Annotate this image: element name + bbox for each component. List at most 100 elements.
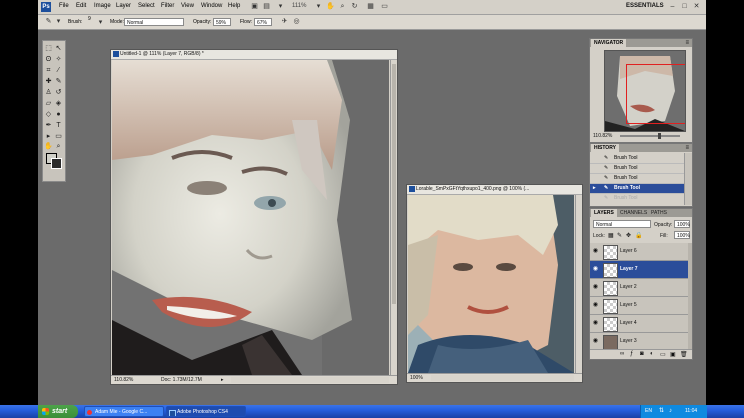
move-tool-icon[interactable]: ↖ [54,44,63,53]
menu-layer[interactable]: Layer [116,3,131,9]
layer-opacity-input[interactable]: 100% [674,220,690,228]
new-group-icon[interactable]: ▭ [660,351,666,358]
history-state[interactable]: ✎ Brush Tool [590,164,684,174]
history-brush-tool-icon[interactable]: ↺ [54,88,63,97]
navigator-thumbnail[interactable] [604,50,686,132]
rotate-view-icon[interactable]: ↻ [350,2,359,11]
doc-size-readout[interactable]: Doc: 1.73M/12.7M [161,376,202,384]
dropdown-arrow-icon[interactable]: ▾ [314,2,323,11]
zoom-level[interactable]: 111% [292,3,306,9]
type-tool-icon[interactable]: T [54,121,63,130]
layer-row[interactable]: ◉ Layer 3 [590,333,688,349]
taskbar-item-photoshop[interactable]: Adobe Photoshop CS4 [166,406,246,417]
mode-select[interactable]: Normal [124,18,184,26]
visibility-eye-icon[interactable]: ◉ [592,284,599,291]
slider-handle[interactable] [658,133,661,139]
status-menu-arrow-icon[interactable]: ▸ [221,376,224,384]
layers-scrollbar[interactable] [688,243,692,349]
lasso-tool-icon[interactable]: ʘ [44,55,53,64]
volume-icon[interactable]: ♪ [669,405,672,418]
network-icon[interactable]: ⇅ [659,405,664,418]
dodge-tool-icon[interactable]: ● [54,110,63,119]
tab-history[interactable]: HISTORY [591,144,619,152]
new-layer-icon[interactable]: ▣ [670,351,676,358]
bridge-icon[interactable]: ▣ [250,2,259,11]
tab-channels[interactable]: CHANNELS [617,209,650,217]
visibility-eye-icon[interactable]: ◉ [592,302,599,309]
eyedropper-tool-icon[interactable]: ⁄ [54,66,63,75]
marquee-tool-icon[interactable]: ⬚ [44,44,53,53]
lock-position-icon[interactable]: ✥ [626,232,631,239]
layer-row[interactable]: ◉ Layer 5 [590,297,688,315]
link-layers-icon[interactable]: ∞ [620,351,624,357]
vertical-scrollbar[interactable] [575,195,582,373]
tab-navigator[interactable]: NAVIGATOR [591,39,627,47]
lock-all-icon[interactable]: 🔒 [635,232,642,239]
navigator-zoom-slider[interactable] [620,133,680,139]
menu-filter[interactable]: Filter [161,3,174,9]
visibility-eye-icon[interactable]: ◉ [592,248,599,255]
clone-stamp-tool-icon[interactable]: ♙ [44,88,53,97]
airbrush-icon[interactable]: ✈ [280,17,289,26]
history-scrollbar[interactable] [684,153,692,205]
document-tab[interactable]: Lorable_SmPxGFtYqthxupo1_400.png @ 100% … [407,185,582,195]
lock-image-icon[interactable]: ✎ [617,232,622,239]
brush-tool-icon[interactable]: ✎ [54,77,63,86]
menu-view[interactable]: View [181,3,194,9]
menu-select[interactable]: Select [138,3,155,9]
tab-paths[interactable]: PATHS [648,209,670,217]
delete-layer-icon[interactable]: 🗑 [680,351,688,358]
horizontal-scrollbar[interactable] [431,375,574,381]
language-indicator[interactable]: EN [645,405,652,418]
zoom-tool-icon[interactable]: ⌕ [54,142,63,151]
history-brush-source-icon[interactable]: ▸ [593,184,596,193]
visibility-eye-icon[interactable]: ◉ [592,320,599,327]
history-state[interactable]: ✎ Brush Tool [590,174,684,184]
history-state[interactable]: ✎ Brush Tool [590,154,684,164]
zoom-readout[interactable]: 100% [410,374,423,382]
adjustment-layer-icon[interactable]: ◐ [650,351,654,357]
layer-row[interactable]: ◉ Layer 2 [590,279,688,297]
dropdown-arrow-icon[interactable]: ▾ [96,18,105,27]
layer-row[interactable]: ◉ Layer 4 [590,315,688,333]
panel-menu-icon[interactable]: ≡ [685,144,689,152]
panel-menu-icon[interactable]: ≡ [685,39,689,47]
menu-help[interactable]: Help [228,3,240,9]
zoom-tool-icon[interactable]: ⌕ [338,2,347,11]
menu-edit[interactable]: Edit [76,3,86,9]
path-selection-tool-icon[interactable]: ▸ [44,132,53,141]
minimize-icon[interactable]: – [668,2,677,11]
opacity-input[interactable]: 59% [213,18,231,26]
close-icon[interactable]: ✕ [692,2,701,11]
paint-bucket-tool-icon[interactable]: ◈ [54,99,63,108]
blur-tool-icon[interactable]: ◇ [44,110,53,119]
zoom-readout[interactable]: 110.82% [114,376,133,384]
navigator-view-box[interactable] [626,64,685,124]
visibility-eye-icon[interactable]: ◉ [592,266,599,273]
taskbar-item-chrome[interactable]: Adam Mie - Google C... [84,406,164,417]
fill-input[interactable]: 100% [674,231,690,239]
visibility-eye-icon[interactable]: ◉ [592,338,599,345]
clock[interactable]: 11:04 [685,405,697,418]
lock-transparent-icon[interactable]: ▦ [608,232,614,239]
shape-tool-icon[interactable]: ▭ [54,132,63,141]
history-state-undone[interactable]: ✎ Brush Tool [590,194,684,203]
start-button[interactable]: start [38,405,78,418]
flow-input[interactable]: 67% [254,18,272,26]
eraser-tool-icon[interactable]: ▱ [44,99,53,108]
navigator-zoom-readout[interactable]: 110.82% [593,133,612,139]
magic-wand-tool-icon[interactable]: ✧ [54,55,63,64]
document-tab[interactable]: Untitled-1 @ 111% (Layer 7, RGB/8) * [111,50,397,60]
menu-image[interactable]: Image [94,3,111,9]
hand-tool-icon[interactable]: ✋ [326,2,335,11]
healing-brush-tool-icon[interactable]: ✚ [44,77,53,86]
dropdown-arrow-icon[interactable]: ▾ [54,17,63,26]
menu-file[interactable]: File [59,3,69,9]
mini-bridge-icon[interactable]: ▤ [262,2,271,11]
zoom-dropdown-icon[interactable]: ▾ [276,2,285,11]
layer-row-selected[interactable]: ◉ Layer 7 [590,261,688,279]
reference-photo[interactable] [408,195,574,373]
painting-canvas[interactable] [112,60,389,375]
background-color-swatch[interactable] [51,158,62,169]
workspace-switcher[interactable]: ESSENTIALS [626,3,664,9]
